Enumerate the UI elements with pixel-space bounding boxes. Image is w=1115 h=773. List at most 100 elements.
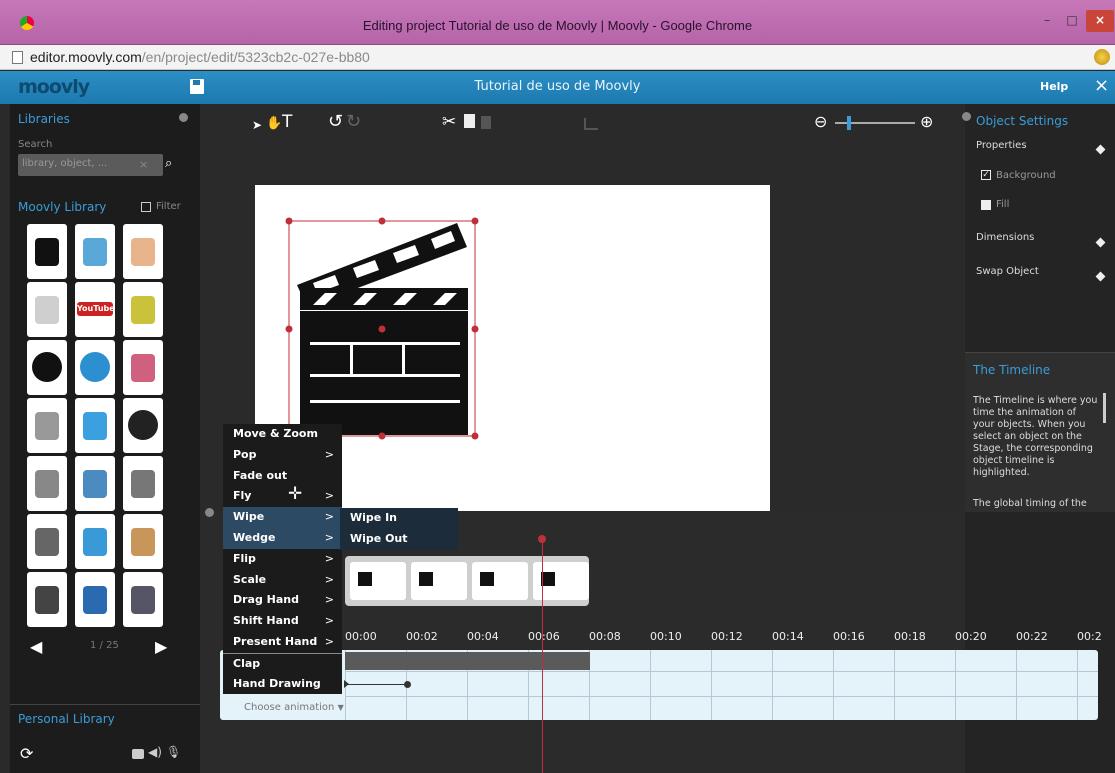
library-item-hand-finger[interactable] (123, 224, 163, 279)
library-item-blue-plant[interactable] (75, 398, 115, 453)
library-item-soccer-ball[interactable] (123, 398, 163, 453)
books-icon (131, 586, 155, 614)
library-item-stick-figure[interactable] (27, 514, 67, 569)
prev-page-icon[interactable]: ◀ (30, 637, 42, 656)
close-window-button[interactable]: × (1086, 10, 1114, 32)
collapse-settings-icon[interactable] (962, 112, 971, 121)
scene-thumbnail[interactable] (411, 562, 467, 600)
chevron-down-icon: ▼ (337, 703, 344, 712)
time-tick: 00:08 (589, 630, 621, 643)
cut-icon[interactable]: ✂ (442, 112, 456, 132)
maximize-button[interactable]: □ (1060, 10, 1084, 32)
woman-sketch-icon (35, 412, 59, 440)
menu-item-hand-drawing[interactable]: Hand Drawing (223, 674, 342, 695)
help-button[interactable]: Help (1040, 80, 1068, 93)
menu-item-move-zoom[interactable]: Move & Zoom (223, 424, 342, 445)
properties-label[interactable]: Properties (976, 140, 1027, 151)
close-editor-button[interactable]: × (1094, 75, 1109, 96)
url-text[interactable]: editor.moovly.com/en/project/edit/5323cb… (30, 49, 370, 65)
library-item-car[interactable] (75, 456, 115, 511)
collapse-libraries-icon[interactable] (179, 113, 188, 122)
menu-item-fly[interactable]: Fly > (223, 486, 342, 507)
microphone-icon[interactable]: 🎙 (166, 745, 181, 759)
menu-item-wedge[interactable]: Wedge > (223, 527, 342, 549)
playhead-handle[interactable] (538, 535, 546, 543)
dimensions-toggle-icon[interactable] (1095, 237, 1106, 248)
copy-icon[interactable] (464, 114, 475, 128)
text-tool-icon[interactable]: T (282, 112, 292, 132)
time-tick: 00:2 (1077, 630, 1102, 643)
bottle-icon (83, 586, 107, 614)
redo-icon[interactable]: ↻ (346, 111, 361, 132)
fill-checkbox[interactable] (981, 200, 991, 210)
swap-object-label[interactable]: Swap Object (976, 266, 1039, 277)
library-item-thumbs-up[interactable] (123, 514, 163, 569)
library-item-youtube[interactable]: YouTube (75, 282, 115, 337)
extension-icon[interactable] (1094, 49, 1110, 65)
zoom-out-icon[interactable]: ⊖ (814, 112, 827, 131)
zoom-in-icon[interactable]: ⊕ (920, 112, 933, 131)
library-item-woman-standing[interactable] (123, 340, 163, 395)
clear-search-icon[interactable]: × (139, 158, 148, 171)
animation-bar[interactable] (347, 684, 407, 685)
animation-start-handle[interactable] (344, 680, 349, 688)
align-icon[interactable] (584, 118, 598, 130)
menu-item-fade-out[interactable]: Fade out (223, 466, 342, 487)
undo-icon[interactable]: ↺ (328, 111, 343, 132)
library-item-clapperboard[interactable] (27, 224, 67, 279)
select-tool-icon[interactable]: ➤ (252, 118, 262, 132)
hand-tool-icon[interactable]: ✋ (266, 116, 282, 131)
zoom-slider[interactable] (835, 116, 915, 130)
library-item-magnifier[interactable] (123, 456, 163, 511)
library-item-apple[interactable] (75, 340, 115, 395)
chevron-right-icon: > (324, 634, 334, 648)
library-item-woman-sketch[interactable] (27, 398, 67, 453)
library-item-man-cart[interactable] (27, 456, 67, 511)
cassette-icon (35, 586, 59, 614)
choose-animation-dropdown[interactable]: Choose animation ▼ (244, 702, 344, 713)
playhead-line[interactable] (542, 540, 543, 773)
menu-item-drag-hand[interactable]: Drag Hand > (223, 590, 342, 611)
address-bar[interactable]: editor.moovly.com/en/project/edit/5323cb… (0, 45, 1115, 70)
camera-icon[interactable] (132, 749, 144, 759)
refresh-icon[interactable]: ⟳ (20, 744, 33, 763)
menu-item-scale[interactable]: Scale > (223, 570, 342, 591)
menu-item-present-hand[interactable]: Present Hand > (223, 632, 342, 653)
menu-item-clap[interactable]: Clap (223, 652, 342, 674)
help-scrollbar[interactable] (1103, 393, 1106, 423)
library-item-cassette[interactable] (27, 572, 67, 627)
audio-icon[interactable]: ◀) (148, 745, 162, 759)
zoom-slider-handle[interactable] (847, 116, 851, 130)
object-settings-heading: Object Settings (976, 114, 1069, 128)
menu-item-wipe[interactable]: Wipe > (223, 507, 342, 528)
object-duration-bar[interactable] (345, 652, 590, 670)
library-item-globe[interactable] (27, 340, 67, 395)
search-label: Search (18, 139, 53, 150)
timeline-track-area[interactable]: Choose animation ▼ (220, 650, 1098, 720)
submenu-item-wipe-in[interactable]: Wipe In (340, 508, 458, 529)
library-item-world-map[interactable] (75, 224, 115, 279)
paste-icon[interactable] (481, 116, 491, 129)
next-page-icon[interactable]: ▶ (155, 637, 167, 656)
library-item-world-map-light[interactable] (27, 282, 67, 337)
dimensions-label[interactable]: Dimensions (976, 232, 1034, 243)
submenu-item-wipe-out[interactable]: Wipe Out (340, 529, 458, 550)
menu-item-flip[interactable]: Flip > (223, 549, 342, 570)
scene-thumbnail[interactable] (472, 562, 528, 600)
search-icon[interactable]: ⌕ (165, 156, 172, 171)
swap-object-toggle-icon[interactable] (1095, 271, 1106, 282)
properties-toggle-icon[interactable] (1095, 144, 1106, 155)
background-checkbox[interactable]: ✓ (981, 170, 991, 180)
minimize-button[interactable]: – (1036, 10, 1058, 32)
library-item-man-standing[interactable] (123, 282, 163, 337)
filter-checkbox[interactable] (141, 202, 151, 212)
library-item-bottle[interactable] (75, 572, 115, 627)
scene-thumbnail[interactable] (350, 562, 406, 600)
library-item-books[interactable] (123, 572, 163, 627)
menu-item-shift-hand[interactable]: Shift Hand > (223, 611, 342, 632)
collapse-timeline-icon[interactable] (205, 508, 214, 517)
url-domain: editor.moovly.com (30, 49, 142, 65)
animation-end-handle[interactable] (404, 681, 411, 688)
menu-item-pop[interactable]: Pop > (223, 445, 342, 466)
library-item-bicycle[interactable] (75, 514, 115, 569)
